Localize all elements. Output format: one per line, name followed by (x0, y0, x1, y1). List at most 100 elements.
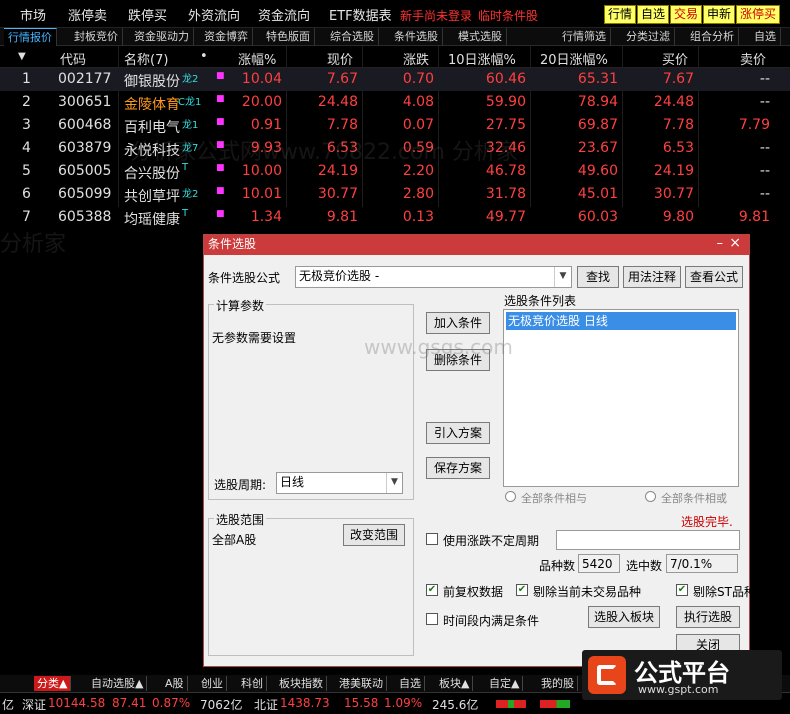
change-20d: 65.31 (577, 71, 618, 87)
flag-mark-icon: ■ (216, 94, 225, 104)
stock-code: 605388 (58, 209, 112, 225)
add-condition-button[interactable]: 加入条件 (426, 312, 490, 334)
ipo-button[interactable]: 申新 (703, 5, 736, 24)
limit-up-buy-button[interactable]: 涨停买 (736, 5, 781, 24)
flag-mark-icon: ■ (216, 71, 225, 81)
tab-category-filter[interactable]: 分类过滤 (622, 28, 675, 46)
col-20d-change[interactable]: 20日涨幅% (540, 49, 608, 68)
login-alert[interactable]: 新手尚未登录 (400, 7, 472, 24)
execute-pick-button[interactable]: 执行选股 (676, 606, 740, 628)
radio-and[interactable] (505, 491, 516, 502)
table-row[interactable]: 7 605388 1.34 9.81 0.13 49.77 60.03 9.80 9.81 均瑶健… (0, 206, 790, 229)
tab-capital-drive[interactable]: 资金驱动力 (130, 28, 194, 46)
exclude-notrade-checkbox[interactable]: ✔ (516, 584, 528, 596)
ask-price: 9.81 (738, 209, 770, 225)
import-scheme-button[interactable]: 引入方案 (426, 422, 490, 444)
radio-or-label: 全部条件相或 (661, 492, 727, 505)
period-input[interactable] (556, 530, 740, 550)
uncertain-period-checkbox[interactable] (426, 533, 438, 545)
chevron-down-icon[interactable]: ▼ (554, 267, 571, 287)
col-change[interactable]: 涨跌 (403, 49, 429, 68)
watchlist-button[interactable]: 自选 (637, 5, 670, 24)
table-row[interactable]: 2 300651 20.00 24.48 4.08 59.90 78.94 24.48 -- 金陵… (0, 91, 790, 114)
tab-quotes[interactable]: 行情报价 (4, 28, 57, 46)
delete-condition-button[interactable]: 删除条件 (426, 349, 490, 371)
btab-my-stocks[interactable]: 我的股 (538, 676, 578, 691)
sz-index: 10144.58 (48, 696, 106, 710)
close-icon[interactable]: × (729, 234, 741, 253)
tab-portfolio[interactable]: 组合分析 (686, 28, 739, 46)
change: 0.59 (402, 140, 434, 156)
tab-condition-pick[interactable]: 条件选股 (390, 28, 443, 46)
price: 30.77 (317, 186, 358, 202)
change-10d: 31.78 (485, 186, 526, 202)
btab-auto-pick[interactable]: 自动选股▲ (88, 676, 148, 691)
change-pct: 10.04 (241, 71, 282, 87)
table-row[interactable]: 4 603879 9.93 6.53 0.59 32.46 23.67 6.53 -- 永悦科技龙… (0, 137, 790, 160)
menu-limit-up-sell[interactable]: 涨停卖 (68, 5, 107, 24)
dragon-tag: 龙1 (182, 120, 199, 131)
tab-watch[interactable]: 自选 (750, 28, 781, 46)
condition-list-item[interactable]: 无极竞价选股 日线 (506, 312, 736, 330)
view-formula-button[interactable]: 查看公式 (685, 266, 743, 288)
btab-category[interactable]: 分类▲ (34, 676, 72, 691)
tab-featured[interactable]: 特色版面 (262, 28, 315, 46)
find-button[interactable]: 查找 (577, 266, 619, 288)
change-20d: 45.01 (577, 186, 618, 202)
minimize-icon[interactable]: – (717, 234, 724, 253)
change-20d: 49.60 (577, 163, 618, 179)
col-change-pct[interactable]: 涨幅% (238, 49, 276, 68)
btab-a-share[interactable]: A股 (162, 676, 188, 691)
btab-block-index[interactable]: 板块指数 (276, 676, 327, 691)
col-name[interactable]: 名称(7) (124, 49, 168, 68)
change: 2.20 (402, 163, 434, 179)
col-code[interactable]: 代码 (60, 49, 86, 68)
btab-block[interactable]: 板块▲ (436, 676, 474, 691)
usage-note-button[interactable]: 用法注释 (623, 266, 681, 288)
menu-foreign-flow[interactable]: 外资流向 (188, 5, 240, 24)
col-10d-change[interactable]: 10日涨幅% (448, 49, 516, 68)
menu-etf-table[interactable]: ETF数据表 (329, 5, 392, 24)
formula-select[interactable]: 无极竞价选股 - ▼ (295, 266, 572, 288)
tab-capital-game[interactable]: 资金博弈 (200, 28, 253, 46)
stock-name: 均瑶健康 T (124, 208, 189, 228)
temp-condition-alert[interactable]: 临时条件股 (478, 7, 538, 24)
btab-chinext[interactable]: 创业 (198, 676, 227, 691)
change-pct: 0.91 (250, 117, 282, 133)
table-row[interactable]: 5 605005 10.00 24.19 2.20 46.78 49.60 24.19 -- 合兴… (0, 160, 790, 183)
table-row[interactable]: 1 002177 10.04 7.67 0.70 60.46 65.31 7.67 -- 御银股份… (0, 68, 790, 91)
menu-capital-flow[interactable]: 资金流向 (258, 5, 310, 24)
menu-limit-down-buy[interactable]: 跌停买 (128, 5, 167, 24)
col-ask[interactable]: 卖价 (740, 49, 766, 68)
stock-name: 永悦科技 龙7 (124, 140, 198, 160)
tab-filter[interactable]: 行情筛选 (558, 28, 611, 46)
chevron-down-icon[interactable]: ▼ (386, 473, 402, 493)
tab-seal-bid[interactable]: 封板竞价 (70, 28, 123, 46)
save-scheme-button[interactable]: 保存方案 (426, 457, 490, 479)
tab-pattern-pick[interactable]: 模式选股 (454, 28, 507, 46)
exclude-st-checkbox[interactable]: ✔ (676, 584, 688, 596)
tab-combined-pick[interactable]: 综合选股 (326, 28, 379, 46)
menu-market[interactable]: 市场 (20, 5, 46, 24)
radio-or[interactable] (645, 491, 656, 502)
bid-price: 9.80 (662, 209, 694, 225)
btab-watch[interactable]: 自选 (396, 676, 425, 691)
table-row[interactable]: 6 605099 10.01 30.77 2.80 31.78 45.01 30.77 -- 共创… (0, 183, 790, 206)
col-bid[interactable]: 买价 (662, 49, 688, 68)
time-range-checkbox[interactable] (426, 613, 438, 625)
sz-change: 87.41 (112, 696, 147, 710)
change-range-button[interactable]: 改变范围 (343, 524, 405, 546)
quote-button[interactable]: 行情 (604, 5, 637, 24)
trade-button[interactable]: 交易 (670, 5, 703, 24)
col-price[interactable]: 现价 (327, 49, 353, 68)
add-to-block-button[interactable]: 选股入板块 (588, 606, 660, 628)
condition-list[interactable]: 无极竞价选股 日线 (503, 309, 739, 487)
period-select[interactable]: 日线 ▼ (276, 472, 403, 494)
btab-hk-us[interactable]: 港美联动 (336, 676, 387, 691)
btab-star[interactable]: 科创 (238, 676, 267, 691)
table-row[interactable]: 3 600468 0.91 7.78 0.07 27.75 69.87 7.78 7.79 百利电… (0, 114, 790, 137)
btab-custom[interactable]: 自定▲ (486, 676, 524, 691)
dragon-tag: 龙2 (182, 74, 199, 85)
forward-adjust-checkbox[interactable]: ✔ (426, 584, 438, 596)
sort-arrow-icon[interactable]: ▼ (18, 51, 26, 62)
